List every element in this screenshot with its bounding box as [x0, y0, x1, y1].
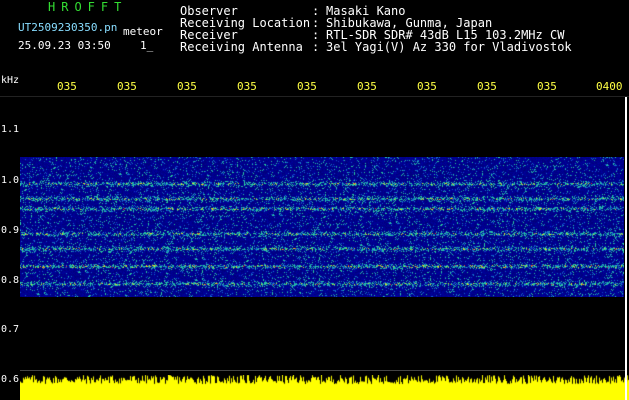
- spectrogram-display: [20, 157, 624, 297]
- meta-separator: :: [312, 40, 320, 54]
- x-tick-label: 0400: [596, 80, 623, 93]
- x-tick-label: 035: [297, 80, 317, 93]
- y-tick-label: 0.6: [1, 374, 20, 385]
- y-tick-label: 1.0: [1, 175, 20, 186]
- x-tick-label: 035: [537, 80, 557, 93]
- cursor-indicator: 1_: [140, 39, 154, 52]
- time-cursor-line: [625, 97, 627, 400]
- axis-divider: [0, 96, 629, 97]
- power-level-bar: [20, 375, 629, 400]
- y-tick-label: 0.7: [1, 324, 20, 335]
- x-tick-label: 035: [57, 80, 77, 93]
- app-brand: HROFFT: [48, 0, 128, 14]
- date-time: 25.09.23 03:50: [18, 39, 111, 52]
- x-tick-label: 035: [177, 80, 197, 93]
- x-tick-label: 035: [477, 80, 497, 93]
- x-tick-label: 035: [237, 80, 257, 93]
- meta-label-antenna: Receiving Antenna: [180, 40, 303, 54]
- y-axis-unit: kHz: [1, 75, 20, 86]
- x-tick-label: 035: [357, 80, 377, 93]
- baseline-rule: [20, 370, 625, 371]
- x-tick-label: 035: [417, 80, 437, 93]
- file-name: UT2509230350.pn: [18, 21, 118, 34]
- y-tick-label: 0.8: [1, 275, 20, 286]
- y-tick-label: 1.1: [1, 124, 20, 135]
- meta-value-antenna: 3el Yagi(V) Az 330 for Vladivostok: [326, 40, 572, 54]
- y-tick-label: 0.9: [1, 225, 20, 236]
- x-tick-label: 035: [117, 80, 137, 93]
- mode-label: meteor: [123, 25, 163, 38]
